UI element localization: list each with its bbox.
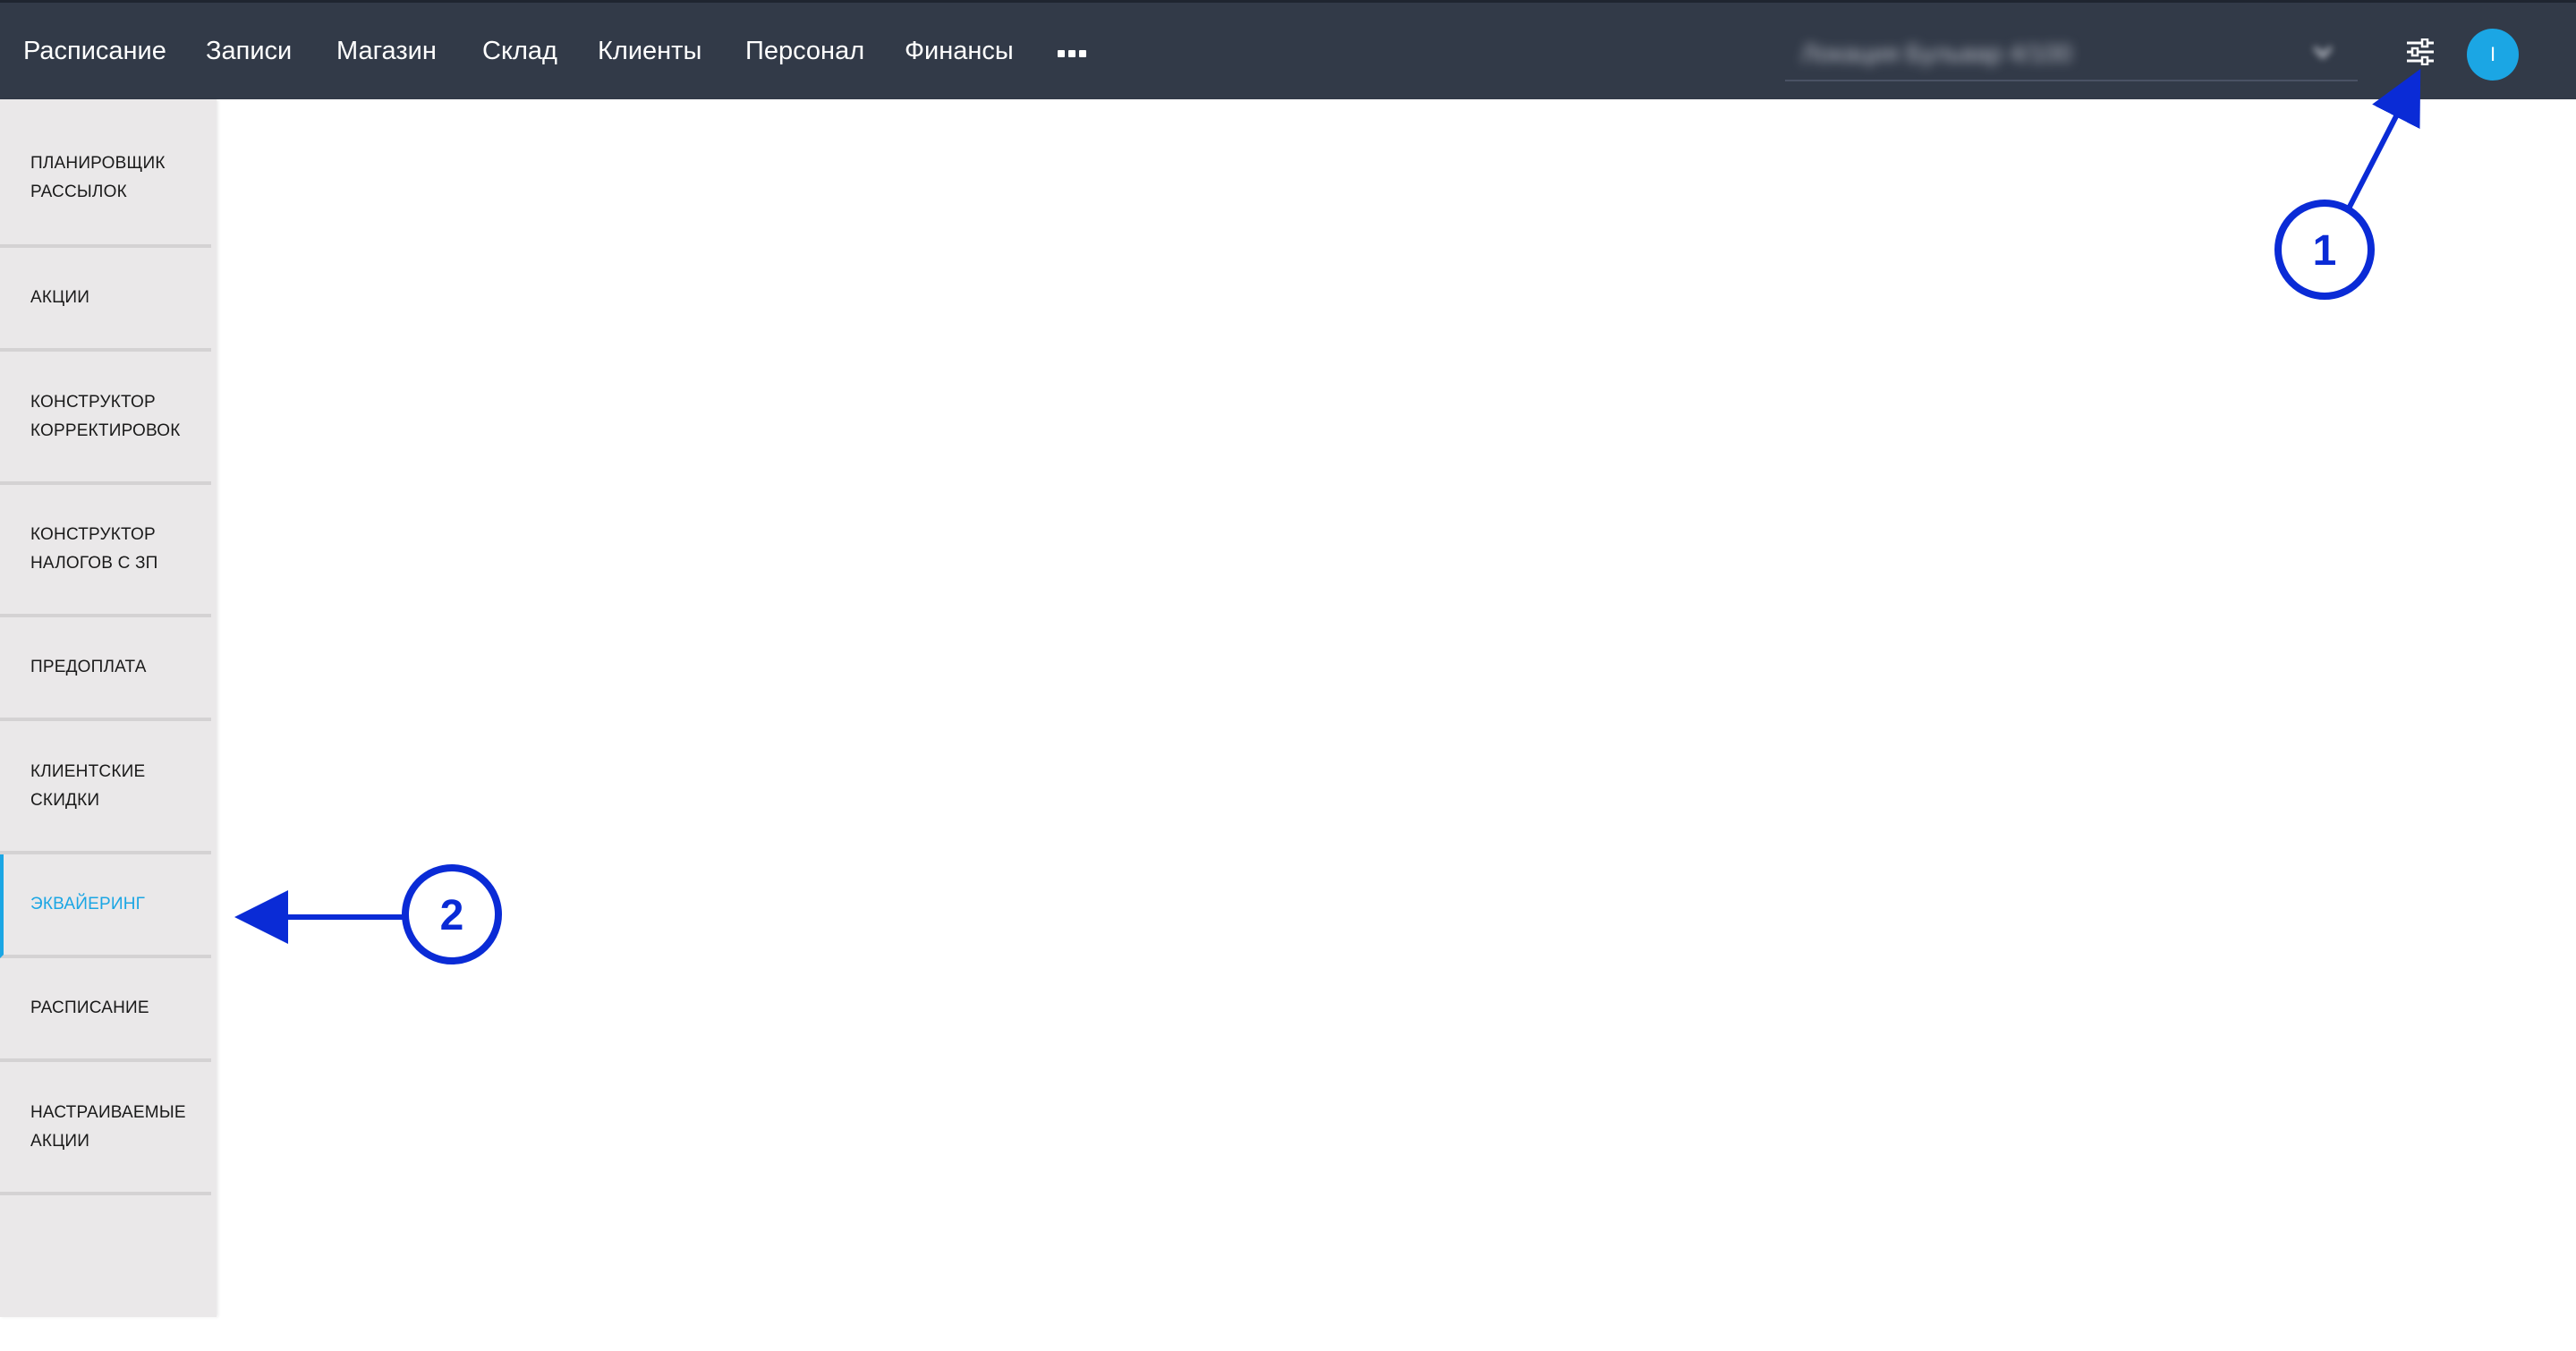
nav-item-shop[interactable]: Магазин: [336, 35, 437, 67]
nav-item-schedule[interactable]: Расписание: [23, 35, 166, 67]
user-avatar[interactable]: I: [2467, 29, 2519, 81]
location-select-value: Локация Бульвар 4/100: [1801, 39, 2072, 67]
sidebar-item-label: Клиентские скидки: [30, 761, 146, 810]
sliders-icon[interactable]: [2405, 38, 2436, 65]
more-horizontal-icon[interactable]: [1058, 50, 1086, 57]
top-navigation-bar: Расписание Записи Магазин Склад Клиенты …: [0, 0, 2576, 99]
sidebar-item-label: Акции: [30, 288, 90, 307]
chevron-down-icon: [2313, 46, 2333, 59]
sidebar-item-label: Планировщик рассылок: [30, 153, 166, 201]
nav-item-warehouse[interactable]: Склад: [482, 35, 557, 67]
sidebar-item-prepayment[interactable]: Предоплата: [0, 617, 211, 721]
main-content: [217, 99, 2576, 1351]
page: Расписание Записи Магазин Склад Клиенты …: [0, 0, 2576, 1351]
location-select[interactable]: Локация Бульвар 4/100: [1785, 28, 2358, 81]
settings-sidebar: Планировщик рассылок Акции Конструктор к…: [0, 99, 217, 1317]
nav-item-staff[interactable]: Персонал: [745, 35, 864, 67]
sidebar-item-label: Предоплата: [30, 658, 147, 676]
sidebar-item-schedule[interactable]: Расписание: [0, 958, 211, 1062]
nav-item-records[interactable]: Записи: [206, 35, 292, 67]
sidebar-item-salary-tax-builder[interactable]: Конструктор налогов с ЗП: [0, 485, 211, 617]
sidebar-item-custom-promotions[interactable]: Настраиваемые акции: [0, 1062, 211, 1195]
sidebar-item-mailing-planner[interactable]: Планировщик рассылок: [0, 111, 211, 248]
nav-item-finance[interactable]: Финансы: [905, 35, 1014, 67]
sidebar-item-promotions[interactable]: Акции: [0, 248, 211, 352]
sidebar-item-label: Настраиваемые акции: [30, 1102, 186, 1151]
sidebar-item-label: Расписание: [30, 998, 149, 1017]
sidebar-item-acquiring[interactable]: Эквайеринг: [0, 854, 211, 958]
sidebar-item-label: Эквайеринг: [30, 895, 146, 913]
sidebar-item-label: Конструктор налогов с ЗП: [30, 525, 158, 573]
nav-item-clients[interactable]: Клиенты: [598, 35, 701, 67]
sidebar-item-adjustments-builder[interactable]: Конструктор корректировок: [0, 352, 211, 485]
sidebar-item-client-discounts[interactable]: Клиентские скидки: [0, 721, 211, 854]
sidebar-item-label: Конструктор корректировок: [30, 392, 181, 440]
